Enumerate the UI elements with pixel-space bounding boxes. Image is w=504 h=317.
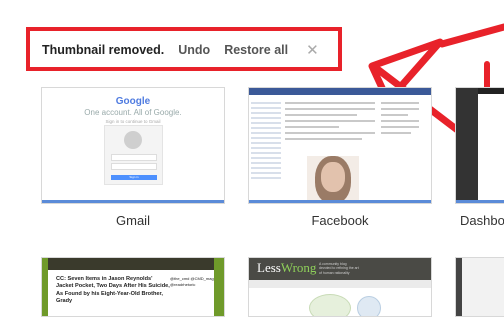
news-left-accent [42,258,48,316]
dashboard-sidebar [456,88,478,203]
tile-partial[interactable] [455,257,504,317]
facebook-right-column [381,98,419,203]
news-header [42,258,224,270]
lesswrong-circle-graphic [357,296,381,316]
facebook-header [249,88,431,95]
signin-button: Sign in [111,175,157,180]
partial-tile-strip [456,258,462,316]
lesswrong-logo-prefix: Less [257,260,281,275]
tile-caption-facebook[interactable]: Facebook [248,213,432,228]
facebook-photo [307,156,359,203]
google-logo: Google [115,96,151,107]
tile-accent-bar [249,200,431,203]
facebook-sidebar [251,99,281,203]
tile-gmail[interactable]: Google One account. All of Google. Sign … [41,87,225,204]
arrow-top-stroke [438,23,504,48]
signin-card: Sign in [104,125,163,185]
news-headline: CC: Seven Items in Jason Reynolds' Jacke… [56,276,170,305]
news-side-text: @the_cmd @CMD_mag @readrhetoric [170,276,214,287]
lesswrong-tagline: A community blog devoted to refining the… [319,262,359,275]
email-field [111,154,157,161]
tile-accent-bar [456,200,504,203]
tile-caption-gmail[interactable]: Gmail [41,213,225,228]
tile-lesswrong[interactable]: LessWrong A community blog devoted to re… [248,257,432,317]
facebook-post [285,98,375,150]
lesswrong-diagram [309,294,351,316]
tile-dashboard[interactable] [455,87,504,204]
news-right-accent [214,258,224,316]
tile-accent-bar [42,200,224,203]
password-field [111,163,157,170]
avatar-icon [124,131,142,149]
tile-facebook[interactable]: f [248,87,432,204]
lesswrong-nav [249,280,431,288]
tile-news[interactable]: CC: Seven Items in Jason Reynolds' Jacke… [41,257,225,317]
lesswrong-logo: LessWrong [257,260,316,276]
tile-caption-dashboard[interactable]: Dashbo [460,213,504,228]
gmail-subtext: Sign in to continue to Gmail [105,119,161,124]
gmail-tagline: One account. All of Google. [84,108,182,117]
lesswrong-logo-suffix: Wrong [280,260,317,275]
